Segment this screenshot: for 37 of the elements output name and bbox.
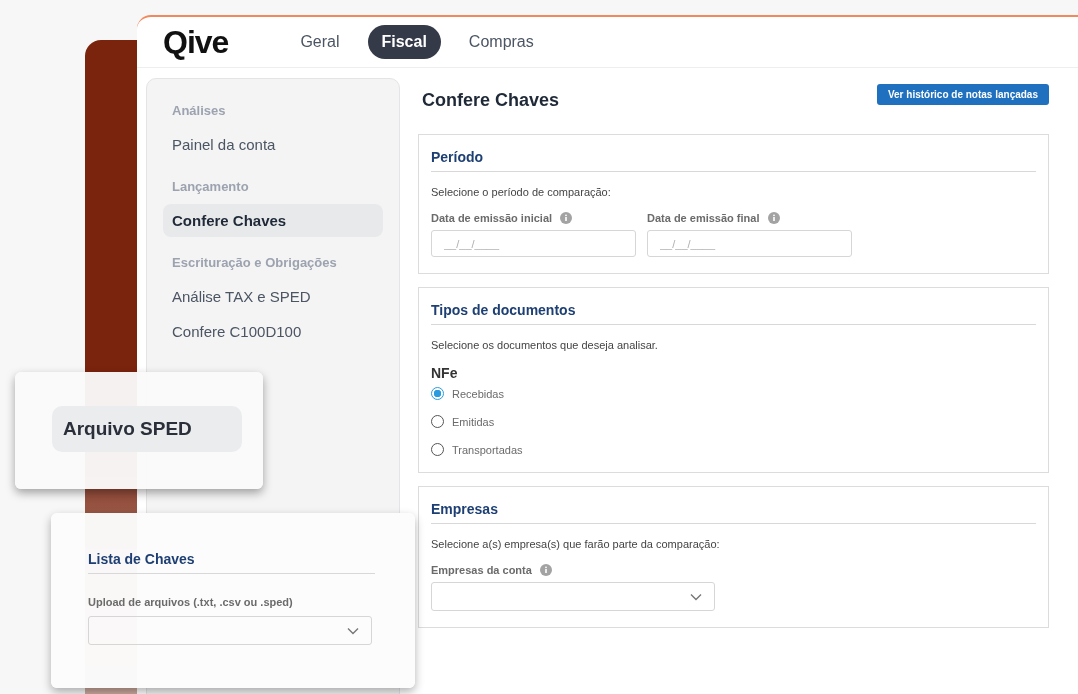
section-title: Tipos de documentos bbox=[431, 302, 576, 318]
field-label: Data de emissão final bbox=[647, 212, 760, 224]
radio-label: Recebidas bbox=[452, 387, 504, 400]
section-description: Selecione a(s) empresa(s) que farão parte da comparação: bbox=[431, 538, 720, 550]
page-title: Confere Chaves bbox=[422, 90, 560, 111]
group-label: NFe bbox=[431, 365, 458, 381]
section-title: Período bbox=[431, 149, 484, 165]
nav-tab[interactable]: Geral bbox=[286, 25, 354, 59]
info-icon bbox=[539, 564, 552, 576]
chevron-down-icon bbox=[347, 626, 359, 635]
sidebar-item[interactable]: Confere C100D100 bbox=[163, 315, 383, 348]
radio-label: Emitidas bbox=[452, 415, 495, 428]
sidebar-heading: Lançamento bbox=[171, 179, 249, 194]
field-label: Empresas da conta bbox=[431, 564, 532, 576]
sidebar-heading: Escrituração e Obrigações bbox=[171, 255, 337, 270]
menu-item[interactable]: Arquivo SPED bbox=[52, 406, 242, 452]
section-title: Empresas bbox=[431, 501, 498, 517]
sidebar-item[interactable]: Confere Chaves bbox=[163, 204, 383, 237]
history-button[interactable]: Ver histórico de notas lançadas bbox=[876, 84, 1049, 105]
field-label: Data de emissão inicial bbox=[431, 212, 553, 224]
section-description: Selecione os documentos que deseja analisar. bbox=[431, 339, 658, 351]
radio-button[interactable] bbox=[431, 387, 444, 400]
sidebar-heading: Análises bbox=[171, 103, 226, 118]
radio-label: Transportadas bbox=[452, 443, 523, 456]
info-icon bbox=[767, 212, 780, 224]
field-label: Upload de arquivos (.txt, .csv ou .sped) bbox=[88, 596, 293, 608]
nav-tab[interactable]: Fiscal bbox=[367, 25, 441, 59]
logo: Qive bbox=[163, 23, 229, 61]
info-icon bbox=[560, 212, 573, 224]
chevron-down-icon bbox=[690, 592, 702, 601]
date-input[interactable]: __/__/____ bbox=[647, 230, 852, 257]
section-description: Selecione o período de comparação: bbox=[431, 186, 611, 198]
section-title: Lista de Chaves bbox=[88, 551, 195, 567]
nav-tab[interactable]: Compras bbox=[454, 25, 548, 59]
sidebar-item[interactable]: Painel da conta bbox=[163, 128, 383, 161]
sidebar-item[interactable]: Análise TAX e SPED bbox=[163, 280, 383, 313]
date-input[interactable]: __/__/____ bbox=[431, 230, 636, 257]
